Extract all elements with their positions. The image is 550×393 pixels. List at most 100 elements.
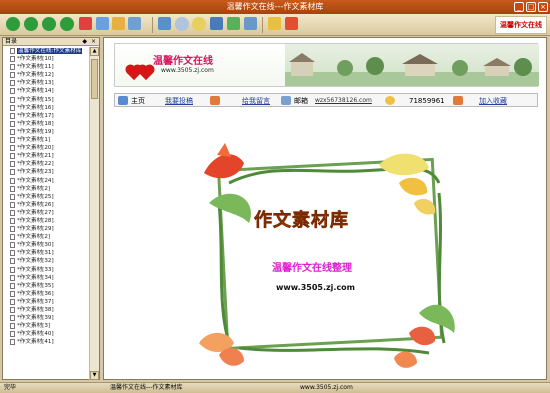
nav-favorite-link[interactable]: 加入收藏 bbox=[479, 94, 507, 108]
refresh-icon[interactable] bbox=[96, 17, 109, 30]
tree-item-label: *作文素材[32] bbox=[17, 258, 54, 265]
tree-item[interactable]: *作文素材[23] bbox=[3, 168, 89, 176]
tree-item[interactable]: *作文素材[24] bbox=[3, 177, 89, 185]
pointer-icon[interactable] bbox=[268, 17, 281, 30]
tree-item[interactable]: *作文素材[25] bbox=[3, 193, 89, 201]
tree-item[interactable]: *作文素材[17] bbox=[3, 112, 89, 120]
nav-home[interactable]: 主页 bbox=[131, 94, 145, 108]
mail-icon bbox=[281, 96, 291, 105]
nav-email-link[interactable]: wzx56738126.com bbox=[315, 94, 372, 108]
tree-item-label: *作文素材[13] bbox=[17, 80, 54, 87]
tree-item[interactable]: *作文素材[32] bbox=[3, 257, 89, 265]
tree-item[interactable]: *作文素材[35] bbox=[3, 282, 89, 290]
home-icon[interactable] bbox=[112, 17, 125, 30]
tree-item[interactable]: *作文素材[11] bbox=[3, 63, 89, 71]
tree-item[interactable]: *作文素材[33] bbox=[3, 266, 89, 274]
tree-item[interactable]: *作文素材[27] bbox=[3, 209, 89, 217]
book-icon bbox=[10, 48, 15, 54]
page-icon bbox=[10, 80, 15, 87]
tree-item[interactable]: *作文素材[14] bbox=[3, 87, 89, 95]
page-icon bbox=[10, 128, 15, 135]
tree-item[interactable]: *作文素材[2] bbox=[3, 233, 89, 241]
tree-item[interactable]: *作文素材[34] bbox=[3, 274, 89, 282]
page-icon bbox=[10, 177, 15, 184]
tree-item[interactable]: *作文素材[21] bbox=[3, 152, 89, 160]
tree-item[interactable]: *作文素材[22] bbox=[3, 160, 89, 168]
scroll-thumb[interactable] bbox=[91, 59, 98, 99]
tree-item[interactable]: *作文素材[37] bbox=[3, 298, 89, 306]
font-icon[interactable] bbox=[128, 17, 141, 30]
up-icon[interactable] bbox=[42, 17, 56, 31]
tree-item[interactable]: 温馨作文在线:作文素材库 bbox=[3, 47, 89, 55]
page-icon bbox=[10, 56, 15, 63]
tree-item-label: *作文素材[35] bbox=[17, 282, 54, 289]
tree-item[interactable]: *作文素材[31] bbox=[3, 249, 89, 257]
qq-penguin-icon bbox=[385, 96, 395, 105]
tree-item[interactable]: *作文素材[1] bbox=[3, 136, 89, 144]
tree-item[interactable]: *作文素材[12] bbox=[3, 71, 89, 79]
back-icon[interactable] bbox=[6, 17, 20, 31]
tree-item[interactable]: *作文素材[3] bbox=[3, 322, 89, 330]
tree-item-label: *作文素材[28] bbox=[17, 217, 54, 224]
search-icon[interactable] bbox=[175, 17, 189, 31]
tree-item[interactable]: *作文素材[18] bbox=[3, 120, 89, 128]
minimize-button[interactable]: _ bbox=[514, 2, 524, 12]
tree-item[interactable]: *作文素材[28] bbox=[3, 217, 89, 225]
nav-message-link[interactable]: 给我留言 bbox=[242, 94, 270, 108]
tree-item[interactable]: *作文素材[26] bbox=[3, 201, 89, 209]
site-logo: 温馨作文在线 bbox=[153, 56, 213, 67]
tree-item-label: *作文素材[23] bbox=[17, 169, 54, 176]
tree-item[interactable]: *作文素材[38] bbox=[3, 306, 89, 314]
tree-item[interactable]: *作文素材[29] bbox=[3, 225, 89, 233]
tree-item-label: *作文素材[30] bbox=[17, 242, 54, 249]
tree-item[interactable]: *作文素材[36] bbox=[3, 290, 89, 298]
exit-icon[interactable] bbox=[285, 17, 298, 30]
tree-item-label: *作文素材[27] bbox=[17, 209, 54, 216]
tree-item[interactable]: *作文素材[16] bbox=[3, 104, 89, 112]
nav-submit-link[interactable]: 我要投稿 bbox=[165, 94, 193, 108]
favorites-icon[interactable] bbox=[192, 17, 206, 31]
maximize-button[interactable]: □ bbox=[526, 2, 536, 12]
sidebar-close-button[interactable]: × bbox=[91, 38, 96, 46]
contents-icon[interactable] bbox=[158, 17, 171, 30]
tree-item[interactable]: *作文素材[2] bbox=[3, 185, 89, 193]
tree-item[interactable]: *作文素材[30] bbox=[3, 241, 89, 249]
down-icon[interactable] bbox=[60, 17, 74, 31]
scroll-up-arrow-icon[interactable]: ▲ bbox=[90, 47, 99, 56]
tree-item-label: *作文素材[39] bbox=[17, 315, 54, 322]
page-icon bbox=[10, 120, 15, 127]
heart-letter-icon bbox=[210, 96, 220, 105]
tree-item[interactable]: *作文素材[40] bbox=[3, 330, 89, 338]
options-icon[interactable] bbox=[244, 17, 257, 30]
close-button[interactable]: × bbox=[538, 2, 548, 12]
page-icon bbox=[10, 282, 15, 289]
nav-mailbox-label: 邮箱 bbox=[294, 97, 308, 105]
forward-icon[interactable] bbox=[24, 17, 38, 31]
page-icon bbox=[10, 185, 15, 192]
tree-item[interactable]: *作文素材[41] bbox=[3, 338, 89, 346]
page-icon bbox=[10, 88, 15, 95]
tree-item[interactable]: *作文素材[39] bbox=[3, 314, 89, 322]
tree-item-label: *作文素材[40] bbox=[17, 331, 54, 338]
mail-icon[interactable] bbox=[227, 17, 240, 30]
sidebar-pin-button[interactable]: ◆ bbox=[82, 38, 87, 46]
site-navbar: 主页 我要投稿 给我留言 邮箱 wzx56738126.com 71859961… bbox=[114, 93, 538, 107]
stop-icon[interactable] bbox=[79, 17, 92, 30]
scroll-down-arrow-icon[interactable]: ▼ bbox=[90, 371, 99, 380]
toolbar-separator bbox=[152, 17, 153, 33]
print-icon[interactable] bbox=[210, 17, 223, 30]
site-banner: 温馨作文在线 www.3505.zj.com bbox=[114, 43, 539, 87]
sidebar-scrollbar[interactable]: ▲ ▼ bbox=[89, 47, 99, 380]
toolbar-separator bbox=[262, 17, 263, 33]
tree-item-label: *作文素材[21] bbox=[17, 153, 54, 160]
page-icon bbox=[10, 226, 15, 233]
tree-item[interactable]: *作文素材[13] bbox=[3, 79, 89, 87]
tree-item-label: *作文素材[38] bbox=[17, 307, 54, 313]
tree-item[interactable]: *作文素材[15] bbox=[3, 96, 89, 104]
tree-item-label: *作文素材[2] bbox=[17, 234, 51, 241]
tree-item[interactable]: *作文素材[10] bbox=[3, 55, 89, 63]
tree-item[interactable]: *作文素材[19] bbox=[3, 128, 89, 136]
tree-item-label: *作文素材[37] bbox=[17, 298, 54, 305]
village-illustration bbox=[285, 53, 539, 86]
tree-item[interactable]: *作文素材[20] bbox=[3, 144, 89, 152]
